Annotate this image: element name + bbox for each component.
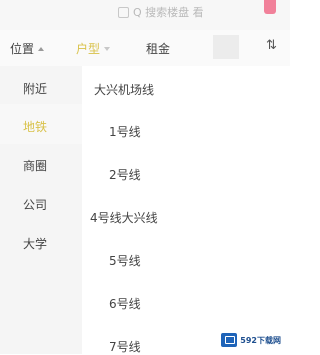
watermark: 592下载网 <box>218 331 284 349</box>
caret-up-icon <box>38 46 45 51</box>
category-item-university[interactable]: 大学 <box>23 235 47 252</box>
search-icon <box>118 6 129 18</box>
line-item[interactable]: 大兴机场线 <box>94 81 154 98</box>
line-item[interactable]: 4号线大兴线 <box>90 209 158 226</box>
corner-accent <box>264 0 276 14</box>
filter-location[interactable]: 位置 <box>10 40 45 57</box>
filter-location-label: 位置 <box>10 42 35 56</box>
subway-line-list: 大兴机场线 1号线 2号线 4号线大兴线 5号线 6号线 7号线 <box>82 66 290 354</box>
line-item[interactable]: 1号线 <box>109 123 141 140</box>
caret-down-icon <box>104 46 111 51</box>
filter-rent-label: 租金 <box>146 42 171 56</box>
watermark-text: 592下载网 <box>240 335 281 345</box>
filter-bar: 位置 户型 租金 ⇅ <box>0 30 290 67</box>
search-hint[interactable]: Q 搜索楼盘 看 <box>118 4 204 20</box>
category-item-company[interactable]: 公司 <box>23 196 47 213</box>
category-column: 附近 地铁 商圈 公司 大学 <box>0 66 82 354</box>
sort-icon[interactable]: ⇅ <box>266 38 277 53</box>
category-item-subway[interactable]: 地铁 <box>23 118 47 135</box>
filter-rent[interactable]: 租金 <box>146 40 170 57</box>
line-item[interactable]: 5号线 <box>109 252 141 269</box>
search-hint-text: Q 搜索楼盘 看 <box>133 6 204 19</box>
line-item[interactable]: 6号线 <box>109 295 141 312</box>
search-bar[interactable]: Q 搜索楼盘 看 <box>0 0 290 30</box>
category-item-business-district[interactable]: 商圈 <box>23 157 47 174</box>
line-item[interactable]: 2号线 <box>109 166 141 183</box>
filter-placeholder-block <box>213 35 239 59</box>
line-item[interactable]: 7号线 <box>109 338 141 355</box>
filter-layout-label: 户型 <box>76 42 101 56</box>
filter-layout[interactable]: 户型 <box>76 40 111 57</box>
watermark-logo-icon <box>221 333 238 347</box>
category-item-nearby[interactable]: 附近 <box>23 80 47 97</box>
